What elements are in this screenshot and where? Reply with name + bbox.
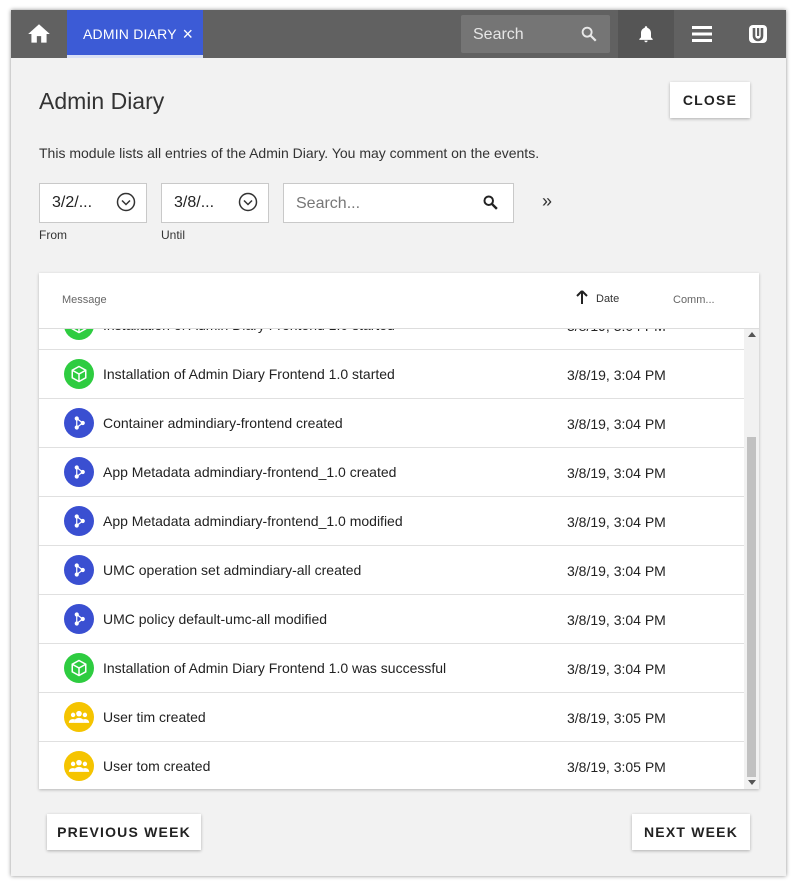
column-header-date[interactable]: Date — [574, 289, 619, 305]
chevron-down-icon[interactable] — [238, 192, 258, 212]
table-row[interactable]: UMC policy default-umc-all modified 3/8/1… — [39, 595, 744, 644]
menu-button[interactable] — [674, 10, 730, 58]
package-icon — [64, 653, 94, 683]
row-date: 3/8/19, 3:04 PM — [567, 367, 666, 383]
top-bar: ADMIN DIARY × — [11, 10, 786, 58]
table-row[interactable]: App Metadata admindiary-frontend_1.0 cre… — [39, 448, 744, 497]
row-message: Installation of Admin Diary Frontend 1.0… — [103, 366, 395, 382]
notifications-button[interactable] — [618, 10, 674, 58]
search-icon[interactable] — [580, 25, 598, 43]
grid-scrollbar[interactable] — [744, 329, 759, 789]
table-row[interactable]: Container admindiary-frontend created 3/8… — [39, 399, 744, 448]
row-date: 3/8/19, 3:04 PM — [567, 563, 666, 579]
row-message: User tom created — [103, 758, 211, 774]
scroll-down-arrow[interactable] — [748, 780, 756, 785]
table-row[interactable]: Installation of Admin Diary Frontend 1.0… — [39, 350, 744, 399]
row-message: Installation of Admin Diary Frontend 1.0… — [103, 660, 447, 676]
row-date: 3/8/19, 3:04 PM — [567, 514, 666, 530]
row-date: 3/8/19, 3:04 PM — [567, 329, 666, 334]
global-search — [461, 15, 610, 55]
row-message: Container admindiary-frontend created — [103, 415, 343, 431]
row-message: Installation of Admin Diary Frontend 1.0… — [103, 329, 395, 333]
table-row[interactable]: App Metadata admindiary-frontend_1.0 mod… — [39, 497, 744, 546]
diary-search-input[interactable] — [284, 184, 478, 224]
diary-search — [283, 183, 514, 224]
chevron-down-icon[interactable] — [116, 192, 136, 212]
arrow-up-icon — [576, 290, 588, 304]
column-header-comment[interactable]: Comm... — [673, 294, 715, 306]
users-icon — [64, 751, 94, 781]
row-date: 3/8/19, 3:04 PM — [567, 416, 666, 432]
row-date: 3/8/19, 3:05 PM — [567, 710, 666, 726]
scrollbar-thumb[interactable] — [747, 437, 756, 777]
ldap-object-icon — [64, 604, 94, 634]
diary-grid: Message Date Comm... Installation of Adm… — [39, 273, 759, 789]
menu-icon — [692, 26, 712, 42]
table-row[interactable]: User tim created 3/8/19, 3:05 PM — [39, 693, 744, 742]
table-row[interactable]: Installation of Admin Diary Frontend 1.0… — [39, 329, 744, 350]
page-description: This module lists all entries of the Adm… — [39, 145, 540, 161]
grid-header: Message Date Comm... — [39, 273, 759, 329]
package-icon — [64, 329, 94, 340]
table-row[interactable]: User tom created 3/8/19, 3:05 PM — [39, 742, 744, 789]
from-date-field[interactable]: 3/2/... — [39, 183, 147, 223]
row-message: UMC operation set admindiary-all created — [103, 562, 362, 578]
ldap-object-icon — [64, 555, 94, 585]
table-row[interactable]: UMC operation set admindiary-all created… — [39, 546, 744, 595]
from-date-value: 3/2/... — [52, 194, 93, 211]
grid-rows: Installation of Admin Diary Frontend 1.0… — [39, 329, 744, 789]
row-date: 3/8/19, 3:05 PM — [567, 759, 666, 775]
users-icon — [64, 702, 94, 732]
previous-week-button[interactable]: PREVIOUS WEEK — [47, 814, 201, 850]
home-button[interactable] — [11, 10, 67, 58]
row-message: App Metadata admindiary-frontend_1.0 mod… — [103, 513, 403, 529]
scroll-up-arrow[interactable] — [748, 332, 756, 337]
tab-underline — [67, 55, 203, 58]
ldap-object-icon — [64, 408, 94, 438]
column-header-date-label: Date — [596, 293, 620, 305]
until-date-value: 3/8/... — [174, 194, 215, 211]
row-date: 3/8/19, 3:04 PM — [567, 465, 666, 481]
grid-body: Installation of Admin Diary Frontend 1.0… — [39, 329, 744, 789]
row-message: UMC policy default-umc-all modified — [103, 611, 328, 627]
from-label: From — [39, 228, 67, 242]
next-week-button[interactable]: NEXT WEEK — [632, 814, 750, 850]
admin-diary-window: ADMIN DIARY × Admin Diary CLOSE This mod… — [11, 10, 786, 876]
row-message: User tim created — [103, 709, 206, 725]
global-search-input[interactable] — [461, 15, 590, 55]
until-date-field[interactable]: 3/8/... — [161, 183, 269, 223]
page-title: Admin Diary — [39, 88, 165, 114]
row-date: 3/8/19, 3:04 PM — [567, 612, 666, 628]
until-label: Until — [161, 228, 186, 242]
ldap-object-icon — [64, 457, 94, 487]
table-row[interactable]: Installation of Admin Diary Frontend 1.0… — [39, 644, 744, 693]
tab-admin-diary[interactable]: ADMIN DIARY × — [67, 10, 203, 58]
search-icon[interactable] — [482, 194, 499, 211]
bell-icon — [639, 26, 653, 43]
column-header-message[interactable]: Message — [62, 294, 107, 306]
ldap-object-icon — [64, 506, 94, 536]
close-button[interactable]: CLOSE — [670, 82, 750, 118]
home-icon — [28, 24, 50, 43]
more-filters-button[interactable]: » — [542, 191, 552, 212]
univention-logo-button[interactable] — [730, 10, 786, 58]
row-message: App Metadata admindiary-frontend_1.0 cre… — [103, 464, 397, 480]
close-icon[interactable]: × — [182, 24, 193, 45]
tab-label: ADMIN DIARY — [83, 26, 177, 42]
package-icon — [64, 359, 94, 389]
row-date: 3/8/19, 3:04 PM — [567, 661, 666, 677]
univention-logo-icon — [749, 25, 767, 43]
